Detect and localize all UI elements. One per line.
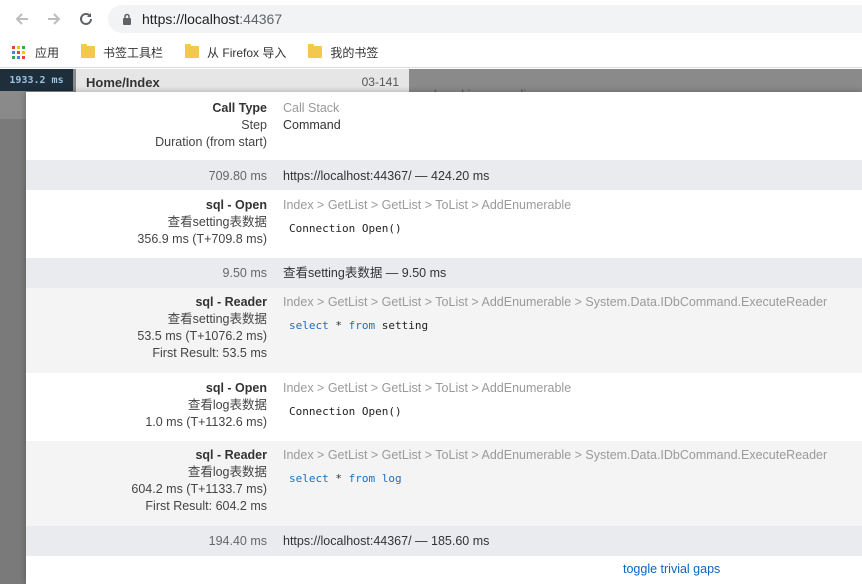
folder-icon <box>81 44 96 58</box>
bookmarks-bar: 应用 书签工具栏 从 Firefox 导入 我的书签 <box>0 37 862 68</box>
gap-info: https://localhost:44367/ — 185.60 ms <box>283 534 490 548</box>
sql-call-type: sql - Open <box>205 198 267 212</box>
apps-icon <box>12 45 25 59</box>
sql-call-stack: Index > GetList > GetList > ToList > Add… <box>283 448 828 462</box>
sql-step: 查看log表数据 <box>187 398 267 412</box>
address-bar[interactable]: https://localhost:44367 <box>108 5 862 33</box>
profiler-total-button[interactable]: 1933.2 ms <box>0 69 73 91</box>
bookmark-folder-mine[interactable]: 我的书签 <box>308 44 378 61</box>
gap-time: 194.40 ms <box>208 534 267 548</box>
sql-command: Connection Open() <box>289 222 402 235</box>
col-call-type: Call Type <box>212 101 267 115</box>
profiler-request-name: Home/Index <box>86 74 160 90</box>
bookmark-label: 书签工具栏 <box>103 45 164 60</box>
folder-icon <box>185 44 200 58</box>
col-duration: Duration (from start) <box>155 135 267 149</box>
sql-row: sql - Reader 查看setting表数据 53.5 ms (T+107… <box>26 288 862 373</box>
sql-row: sql - Open 查看setting表数据 356.9 ms (T+709.… <box>26 190 862 258</box>
forward-button[interactable] <box>38 0 70 37</box>
sql-call-type: sql - Reader <box>195 295 267 309</box>
sql-duration: 53.5 ms (T+1076.2 ms) <box>137 329 267 343</box>
arrow-left-icon <box>15 12 28 25</box>
profiler-popup: Call Type Step Duration (from start) Cal… <box>26 92 862 584</box>
gap-row: 709.80 ms https://localhost:44367/ — 424… <box>26 160 862 190</box>
reload-icon <box>80 12 92 25</box>
sql-first-result: First Result: 604.2 ms <box>145 499 267 513</box>
sql-call-stack: Index > GetList > GetList > ToList > Add… <box>283 295 828 309</box>
arrow-right-icon <box>48 12 61 25</box>
sql-step: 查看setting表数据 <box>167 215 267 229</box>
sql-command: select * from setting <box>289 319 429 332</box>
sql-row: sql - Open 查看log表数据 1.0 ms (T+1132.6 ms)… <box>26 373 862 441</box>
col-command: Command <box>283 118 341 132</box>
sql-duration: 1.0 ms (T+1132.6 ms) <box>145 415 267 429</box>
bookmark-folder-firefox[interactable]: 从 Firefox 导入 <box>185 44 286 61</box>
sql-call-type: sql - Open <box>205 381 267 395</box>
gap-info: https://localhost:44367/ — 424.20 ms <box>283 169 490 183</box>
back-button[interactable] <box>6 0 38 37</box>
folder-icon <box>308 44 323 58</box>
sql-call-stack: Index > GetList > GetList > ToList > Add… <box>283 381 572 395</box>
bookmark-apps[interactable]: 应用 <box>12 44 59 61</box>
gap-row: 194.40 ms https://localhost:44367/ — 185… <box>26 526 862 556</box>
browser-toolbar: https://localhost:44367 <box>0 0 862 37</box>
lock-icon <box>123 13 131 25</box>
sql-step: 查看log表数据 <box>187 465 267 479</box>
reload-button[interactable] <box>70 0 102 37</box>
bookmark-folder-toolbar[interactable]: 书签工具栏 <box>81 44 163 61</box>
sql-row: sql - Reader 查看log表数据 604.2 ms (T+1133.7… <box>26 441 862 526</box>
sql-call-type: sql - Reader <box>195 448 267 462</box>
sql-first-result: First Result: 53.5 ms <box>152 346 267 360</box>
sql-call-stack: Index > GetList > GetList > ToList > Add… <box>283 198 572 212</box>
sql-duration: 356.9 ms (T+709.8 ms) <box>137 232 267 246</box>
bookmark-label: 我的书签 <box>330 45 379 60</box>
gap-info: 查看setting表数据 — 9.50 ms <box>283 266 447 280</box>
col-step: Step <box>241 118 267 132</box>
bookmark-label: 应用 <box>35 45 60 60</box>
gap-time: 709.80 ms <box>208 169 267 183</box>
sql-command: select * from log <box>289 472 402 485</box>
url-text: https://localhost:44367 <box>142 11 283 27</box>
column-header-row: Call Type Step Duration (from start) Cal… <box>26 92 862 160</box>
toggle-trivial-gaps-link[interactable]: toggle trivial gaps <box>623 562 720 576</box>
gap-time: 9.50 ms <box>222 266 267 280</box>
sql-command: Connection Open() <box>289 405 402 418</box>
col-call-stack: Call Stack <box>283 101 340 115</box>
sql-duration: 604.2 ms (T+1133.7 ms) <box>131 482 267 496</box>
gap-row: 9.50 ms 查看setting表数据 — 9.50 ms <box>26 258 862 288</box>
sql-step: 查看setting表数据 <box>167 312 267 326</box>
bookmark-label: 从 Firefox 导入 <box>207 45 287 60</box>
profiler-request-time: 03-141 <box>361 75 399 89</box>
